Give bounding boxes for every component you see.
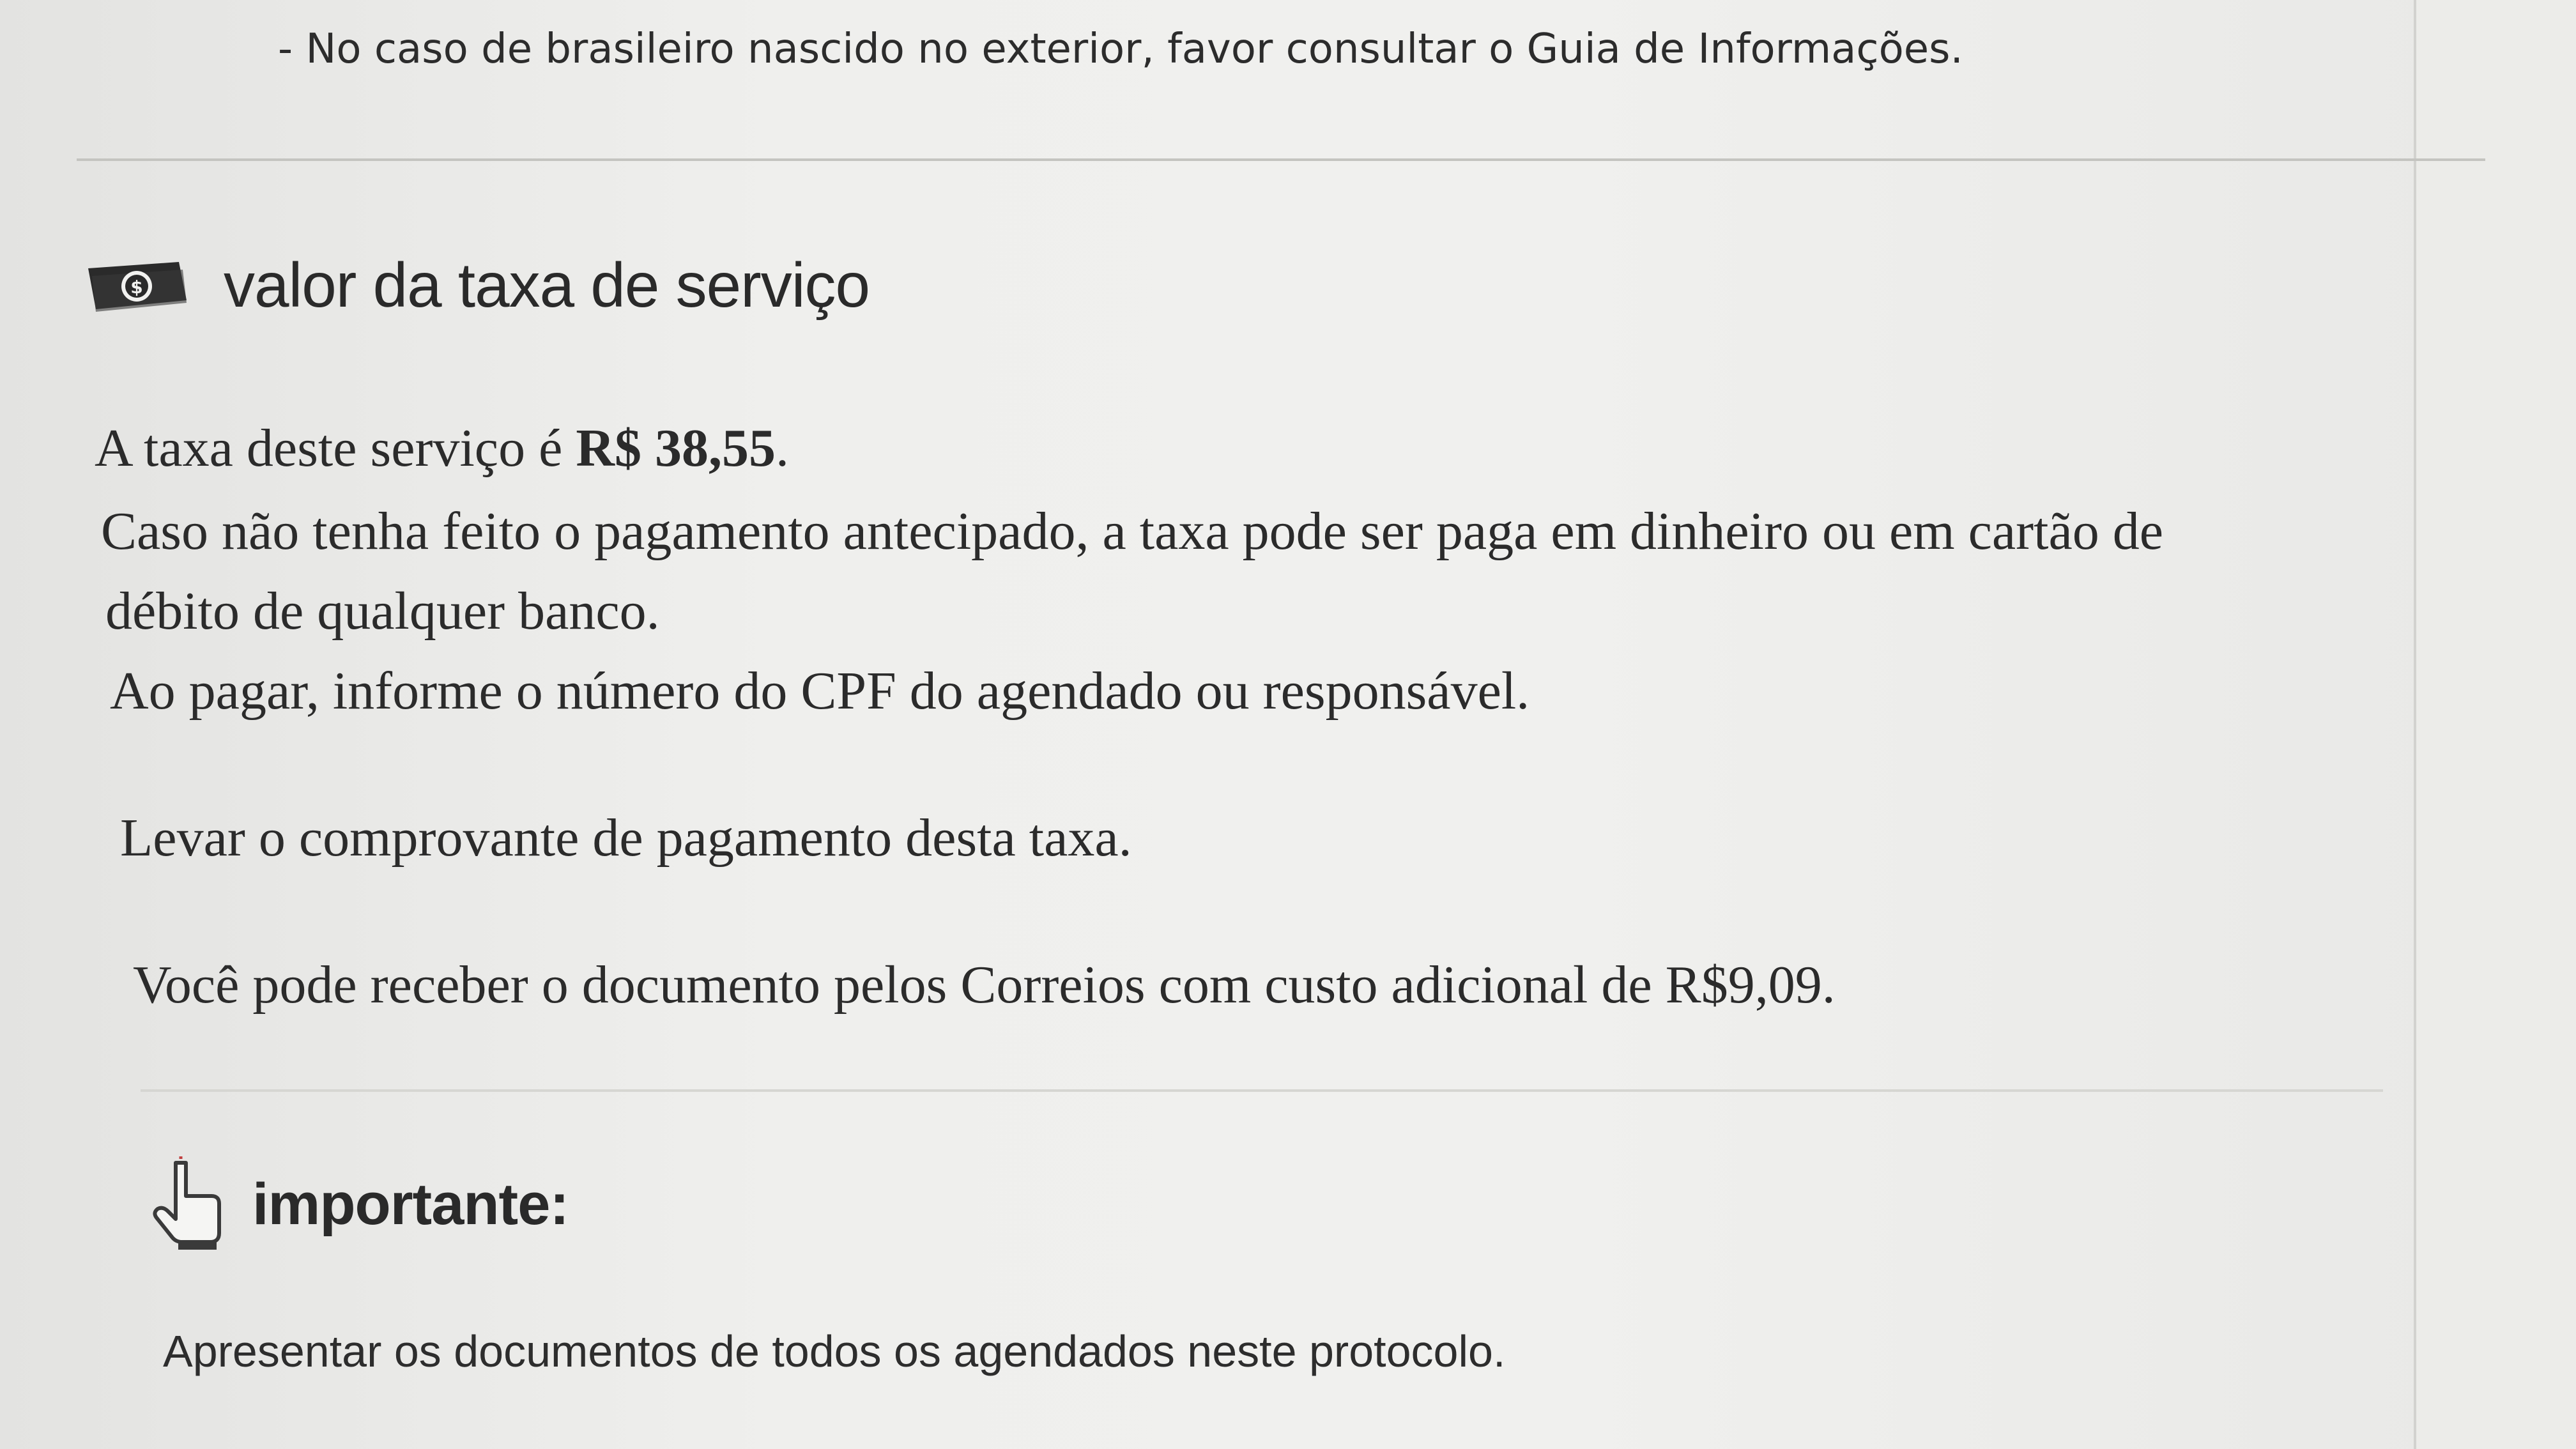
cpf-info-line: Ao pagar, informe o número do CPF do age… [110, 661, 1530, 721]
important-section-title: importante: [252, 1171, 569, 1237]
right-scroll-rail [2414, 0, 2576, 1449]
section-divider [141, 1089, 2383, 1092]
fee-section-header: $ valor da taxa de serviço [83, 249, 870, 321]
money-bill-icon: $ [83, 250, 192, 321]
pointing-hand-icon [150, 1156, 227, 1252]
mail-delivery-line: Você pode receber o documento pelos Corr… [133, 955, 1836, 1015]
fee-amount-line: A taxa deste serviço é R$ 38,55. [95, 422, 789, 475]
important-section-header: importante: [150, 1156, 569, 1252]
top-note: - No caso de brasileiro nascido no exter… [278, 26, 1963, 73]
page: - No caso de brasileiro nascido no exter… [0, 0, 2576, 1449]
fee-section-title: valor da taxa de serviço [224, 250, 870, 320]
fee-amount: R$ 38,55 [576, 418, 776, 478]
payment-info-line-2: débito de qualquer banco. [105, 581, 660, 641]
fee-suffix: . [776, 418, 790, 478]
svg-text:$: $ [130, 277, 142, 298]
fee-prefix: A taxa deste serviço é [95, 418, 576, 478]
important-note: Apresentar os documentos de todos os age… [163, 1326, 1506, 1376]
payment-info-line-1: Caso não tenha feito o pagamento antecip… [101, 502, 2164, 561]
receipt-info-line: Levar o comprovante de pagamento desta t… [120, 808, 1132, 868]
section-divider [77, 158, 2485, 161]
